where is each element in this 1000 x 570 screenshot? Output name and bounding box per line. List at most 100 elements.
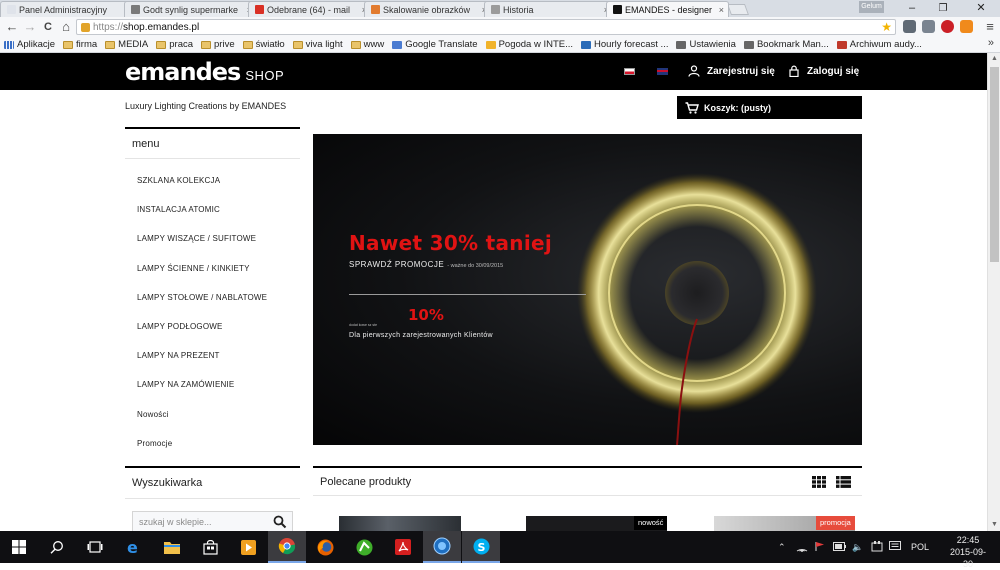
ext-4-extension-icon[interactable]	[960, 20, 973, 33]
menu-item[interactable]: SZKLANA KOLEKCJA	[137, 176, 220, 185]
menu-item[interactable]: LAMPY ŚCIENNE / KINKIETY	[137, 264, 250, 273]
browser-tab[interactable]: Godt synlig supermarke×	[124, 1, 257, 17]
folder-icon	[242, 40, 253, 49]
battery-icon[interactable]	[833, 542, 846, 551]
browser-tab[interactable]: EMANDES - designer ×	[606, 1, 729, 17]
bookmarks-overflow-icon[interactable]: »	[988, 37, 994, 49]
task-view-button[interactable]	[76, 531, 114, 563]
search-taskbar-button[interactable]	[38, 531, 76, 563]
menu-item[interactable]: Promocje	[137, 439, 172, 448]
bookmark-item[interactable]: www	[350, 39, 384, 50]
browser-tab[interactable]: Historia×	[484, 1, 614, 17]
page-viewport: emandes SHOP Zarejestruj się Zaloguj się…	[0, 53, 987, 531]
maximize-button[interactable]: ❐	[924, 0, 962, 17]
tab-favicon-icon	[613, 5, 622, 14]
browser-tab[interactable]: Panel Administracyjny×	[0, 1, 135, 17]
notifications-icon[interactable]	[889, 541, 901, 552]
ext-1-extension-icon[interactable]	[903, 20, 916, 33]
bookmark-item[interactable]: Ustawienia	[676, 39, 736, 50]
profile-badge[interactable]: Gelum	[859, 1, 884, 13]
browser-tab[interactable]: Odebrane (64) - mail×	[248, 1, 372, 17]
bookmark-item[interactable]: praca	[156, 39, 193, 50]
scrollbar-thumb[interactable]	[990, 67, 999, 262]
bookmark-item[interactable]: Google Translate	[392, 39, 478, 50]
ext-2-extension-icon[interactable]	[922, 20, 935, 33]
taskbar-app-globe[interactable]	[423, 531, 461, 563]
scroll-down-icon[interactable]: ▼	[988, 519, 1000, 531]
bookmark-item[interactable]: Pogoda w INTE...	[485, 39, 573, 50]
bookmark-label: Ustawienia	[689, 39, 736, 50]
new-tab-button[interactable]	[726, 4, 750, 15]
windows-start-button[interactable]	[0, 531, 38, 563]
search-icon[interactable]	[272, 514, 288, 530]
bookmark-item[interactable]: MEDIA	[105, 39, 148, 50]
taskbar-chrome[interactable]	[268, 531, 306, 563]
menu-item[interactable]: Nowości	[137, 410, 169, 419]
bookmarks-bar: Aplikacje firma MEDIA praca prive światło viva…	[0, 37, 1000, 53]
tab-close-icon[interactable]: ×	[719, 5, 724, 15]
bookmark-item[interactable]: Aplikacje	[4, 39, 55, 50]
taskbar-store[interactable]	[191, 531, 229, 563]
svg-text:S: S	[477, 541, 485, 554]
taskbar-acrobat[interactable]	[384, 531, 422, 563]
taskbar-firefox[interactable]	[306, 531, 344, 563]
bookmark-star-icon[interactable]: ★	[881, 20, 892, 34]
forward-button[interactable]: →	[22, 19, 38, 35]
polish-flag-icon[interactable]	[624, 68, 635, 75]
scroll-up-icon[interactable]: ▲	[988, 53, 1000, 65]
home-button[interactable]: ⌂	[58, 19, 74, 35]
menu-item[interactable]: LAMPY NA PREZENT	[137, 351, 220, 360]
grid-view-icon[interactable]	[812, 476, 826, 488]
taskbar-app-green[interactable]	[345, 531, 383, 563]
alert-flag-icon[interactable]	[815, 541, 825, 552]
bookmark-item[interactable]: Hourly forecast ...	[581, 39, 668, 50]
bookmark-item[interactable]: viva light	[292, 39, 343, 50]
bookmark-item[interactable]: prive	[201, 39, 235, 50]
menu-item[interactable]: INSTALACJA ATOMIC	[137, 205, 220, 214]
bookmark-item[interactable]: światło	[242, 39, 285, 50]
menu-item[interactable]: LAMPY PODŁOGOWE	[137, 322, 223, 331]
network-icon[interactable]	[796, 541, 808, 552]
badge-new: nowość	[634, 516, 668, 530]
keyboard-language[interactable]: POL	[911, 542, 929, 552]
system-clock[interactable]: 22:45 2015-09-30	[946, 534, 990, 570]
volume-icon[interactable]: 🔈	[852, 542, 863, 553]
pinterest-extension-icon[interactable]	[941, 20, 954, 33]
banner-discount-percent: 10%	[408, 306, 444, 324]
list-view-icon[interactable]	[836, 476, 851, 488]
browser-tab[interactable]: Skalowanie obrazków×	[364, 1, 492, 17]
search-input[interactable]	[132, 511, 293, 531]
cart-button[interactable]: Koszyk: (pusty)	[677, 96, 862, 119]
star-icon	[743, 40, 754, 49]
close-window-button[interactable]: ✕	[962, 0, 1000, 17]
menu-item[interactable]: LAMPY WISZĄCE / SUFITOWE	[137, 234, 256, 243]
site-logo[interactable]: emandes SHOP	[125, 58, 284, 86]
bookmark-item[interactable]: Archiwum audy...	[836, 39, 922, 50]
tab-title: Historia	[503, 4, 534, 15]
tray-expand-icon[interactable]: ⌃	[778, 542, 786, 553]
chrome-menu-icon[interactable]: ≡	[982, 19, 998, 35]
menu-item[interactable]: LAMPY STOŁOWE / NABLATOWE	[137, 293, 267, 302]
taskbar-skype[interactable]: S	[462, 531, 500, 563]
english-flag-icon[interactable]	[657, 68, 668, 75]
menu-item[interactable]: LAMPY NA ZAMÓWIENIE	[137, 380, 234, 389]
back-button[interactable]: ←	[4, 19, 20, 35]
taskbar-file-explorer[interactable]	[153, 531, 191, 563]
skype-icon: S	[473, 538, 489, 554]
folder-icon	[63, 40, 74, 49]
banner-subheadline: SPRAWDŹ PROMOCJE - ważne do 30/09/2015	[349, 260, 503, 269]
folder-icon	[105, 40, 116, 49]
reload-button[interactable]: C	[40, 19, 56, 35]
taskbar-media-player[interactable]	[229, 531, 267, 563]
taskbar-edge[interactable]: e	[115, 531, 153, 563]
page-scrollbar[interactable]: ▲ ▼	[987, 53, 1000, 531]
power-settings-icon[interactable]	[871, 541, 883, 552]
bookmark-item[interactable]: firma	[63, 39, 97, 50]
promo-banner[interactable]: Nawet 30% taniej SPRAWDŹ PROMOCJE - ważne…	[313, 134, 862, 445]
folder-icon	[164, 542, 180, 554]
product-thumbnail-1[interactable]	[339, 516, 461, 531]
login-link[interactable]: Zaloguj się	[788, 65, 859, 77]
register-link[interactable]: Zarejestruj się	[688, 65, 775, 77]
bookmark-item[interactable]: Bookmark Man...	[743, 39, 829, 50]
address-bar[interactable]: https:// shop.emandes.pl ★	[76, 19, 896, 35]
